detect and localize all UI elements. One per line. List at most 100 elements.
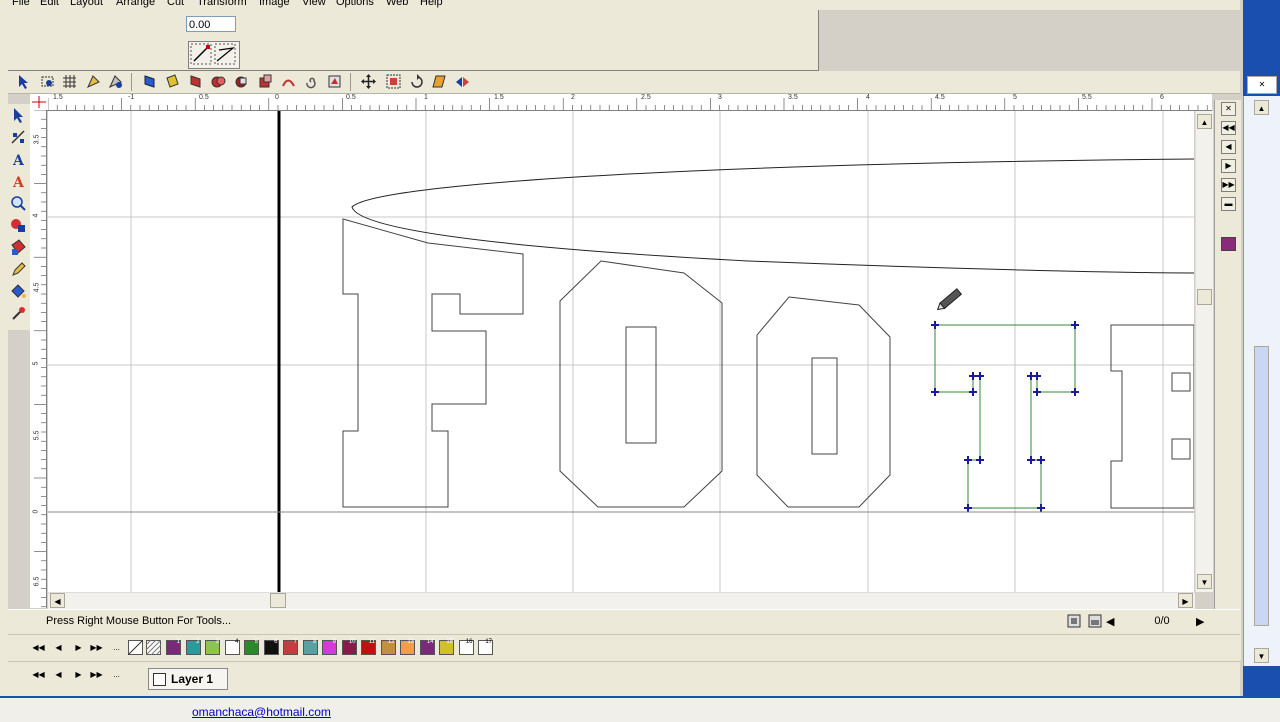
color-swatch[interactable]: 17	[478, 639, 493, 655]
path-node-marker[interactable]	[969, 388, 977, 396]
path-node-marker[interactable]	[969, 372, 977, 380]
first-page-icon[interactable]: ◀◀	[1221, 121, 1236, 135]
layer-last-icon[interactable]: ▶▶	[90, 668, 103, 681]
canvas-drawing[interactable]	[48, 111, 1194, 592]
marquee-icon[interactable]	[40, 74, 55, 89]
layer-prev-icon[interactable]: ◀	[52, 668, 65, 681]
text-tool-icon[interactable]: A	[10, 151, 27, 168]
palette-prev-icon[interactable]: ◀	[52, 641, 65, 654]
page-next-button[interactable]: ▶	[1196, 615, 1204, 628]
palette-first-icon[interactable]: ◀◀	[32, 641, 45, 654]
trim-icon[interactable]	[234, 74, 249, 89]
letter-f-outline[interactable]	[342, 218, 524, 508]
path-node-marker[interactable]	[976, 372, 984, 380]
hatch-swatch-icon[interactable]	[146, 640, 161, 655]
weld-icon[interactable]	[211, 74, 226, 89]
ruler-origin[interactable]	[30, 94, 49, 111]
rotate-icon[interactable]	[409, 74, 424, 89]
mirror-icon[interactable]	[455, 74, 470, 89]
color-swatch[interactable]: 16	[458, 639, 474, 655]
outer-scroll-up-button[interactable]: ▲	[1254, 100, 1269, 115]
page-layout-icon[interactable]	[1066, 613, 1082, 629]
palette-more-icon[interactable]: ...	[110, 641, 123, 654]
move-icon[interactable]	[361, 74, 376, 89]
selected-letter-f-nodes[interactable]	[931, 321, 1079, 512]
letter-partial-outline[interactable]	[1110, 324, 1194, 509]
layer-more-icon[interactable]: ...	[110, 668, 123, 681]
menu-options[interactable]: Options	[336, 0, 374, 8]
contour-icon[interactable]	[281, 74, 296, 89]
color-swatch[interactable]: 10	[341, 639, 357, 655]
color-swatch[interactable]: 3	[205, 639, 220, 655]
close-icon[interactable]: ✕	[1221, 102, 1236, 116]
node-tool-icon[interactable]	[86, 74, 101, 89]
color-swatch[interactable]: 9	[322, 639, 337, 655]
pick-tool-icon[interactable]	[10, 107, 27, 124]
shape-red-icon[interactable]	[188, 74, 203, 89]
text-art-tool-icon[interactable]: A	[10, 173, 27, 190]
color-swatch[interactable]: 1	[166, 639, 181, 655]
letter-o2-outline[interactable]	[756, 296, 891, 508]
color-swatch[interactable]: 7	[283, 639, 298, 655]
path-node-marker[interactable]	[1037, 456, 1045, 464]
color-swatch[interactable]: 5	[244, 639, 259, 655]
path-node-marker[interactable]	[976, 456, 984, 464]
path-node-marker[interactable]	[1033, 372, 1041, 380]
letter-o1-outline[interactable]	[559, 260, 723, 508]
design-canvas[interactable]	[48, 111, 1194, 592]
path-node-marker[interactable]	[1027, 456, 1035, 464]
intersect-icon[interactable]	[258, 74, 273, 89]
palette-next-icon[interactable]: ▶	[72, 641, 85, 654]
path-node-marker[interactable]	[1071, 321, 1079, 329]
layer-first-icon[interactable]: ◀◀	[32, 668, 45, 681]
last-page-icon[interactable]: ▶▶	[1221, 178, 1236, 192]
color-swatch[interactable]: 14	[419, 639, 435, 655]
color-swatch[interactable]: 4	[224, 639, 240, 655]
menu-view[interactable]: View	[302, 0, 326, 8]
email-link[interactable]: omanchaca@hotmail.com	[192, 705, 331, 719]
color-swatch[interactable]: 6	[263, 639, 279, 655]
scroll-down-button[interactable]: ▼	[1197, 574, 1212, 589]
color-swatch[interactable]: 13	[400, 639, 415, 655]
scroll-right-button[interactable]: ▶	[1178, 593, 1193, 608]
color-swatch[interactable]: 12	[380, 639, 396, 655]
menu-file[interactable]: File	[12, 0, 30, 8]
outer-close-icon[interactable]: ✕	[1247, 76, 1277, 94]
menu-image[interactable]: Image	[259, 0, 290, 8]
color-swatch[interactable]: 15	[439, 639, 454, 655]
shape-blue-icon[interactable]	[142, 74, 157, 89]
menu-help[interactable]: Help	[420, 0, 443, 8]
color-swatch[interactable]: 2	[185, 639, 201, 655]
layer-next-icon[interactable]: ▶	[72, 668, 85, 681]
menu-transform[interactable]: Transform	[197, 0, 247, 8]
layer-tab[interactable]: Layer 1	[148, 668, 228, 690]
page-icon[interactable]	[1221, 237, 1236, 251]
pen-tool-icon[interactable]	[10, 261, 27, 278]
vertical-scroll-thumb[interactable]	[1197, 289, 1212, 305]
skew-icon[interactable]	[432, 74, 447, 89]
palette-last-icon[interactable]: ▶▶	[90, 641, 103, 654]
letter-o2-counter[interactable]	[811, 357, 838, 455]
node-edit-button[interactable]	[188, 41, 240, 69]
eyedropper-tool-icon[interactable]	[10, 305, 27, 322]
page-layout-alt-icon[interactable]	[1087, 613, 1103, 629]
path-node-marker[interactable]	[964, 456, 972, 464]
menu-layout[interactable]: Layout	[70, 0, 103, 8]
prev-page-icon[interactable]: ◀	[1221, 140, 1236, 154]
node-edit-tool-icon[interactable]	[10, 129, 27, 146]
letter-partial-counter-bottom[interactable]	[1171, 438, 1191, 460]
menu-arrange[interactable]: Arrange	[116, 0, 155, 8]
path-node-marker[interactable]	[1037, 504, 1045, 512]
layer-visibility-checkbox[interactable]	[153, 673, 166, 686]
letter-o1-counter[interactable]	[625, 326, 657, 444]
shapes-tool-icon[interactable]	[10, 217, 27, 234]
horizontal-scrollbar[interactable]: ◀ ▶	[48, 592, 1195, 609]
menu-cut[interactable]: Cut	[167, 0, 184, 8]
horizontal-scroll-thumb[interactable]	[270, 593, 286, 608]
coordinate-input[interactable]: 0.00	[186, 16, 236, 32]
page-prev-button[interactable]: ◀	[1106, 615, 1114, 628]
spiral-icon[interactable]	[304, 74, 319, 89]
paint-bucket-icon[interactable]	[10, 283, 27, 300]
select-arrow-icon[interactable]	[16, 74, 31, 89]
color-swatch[interactable]: 8	[302, 639, 318, 655]
